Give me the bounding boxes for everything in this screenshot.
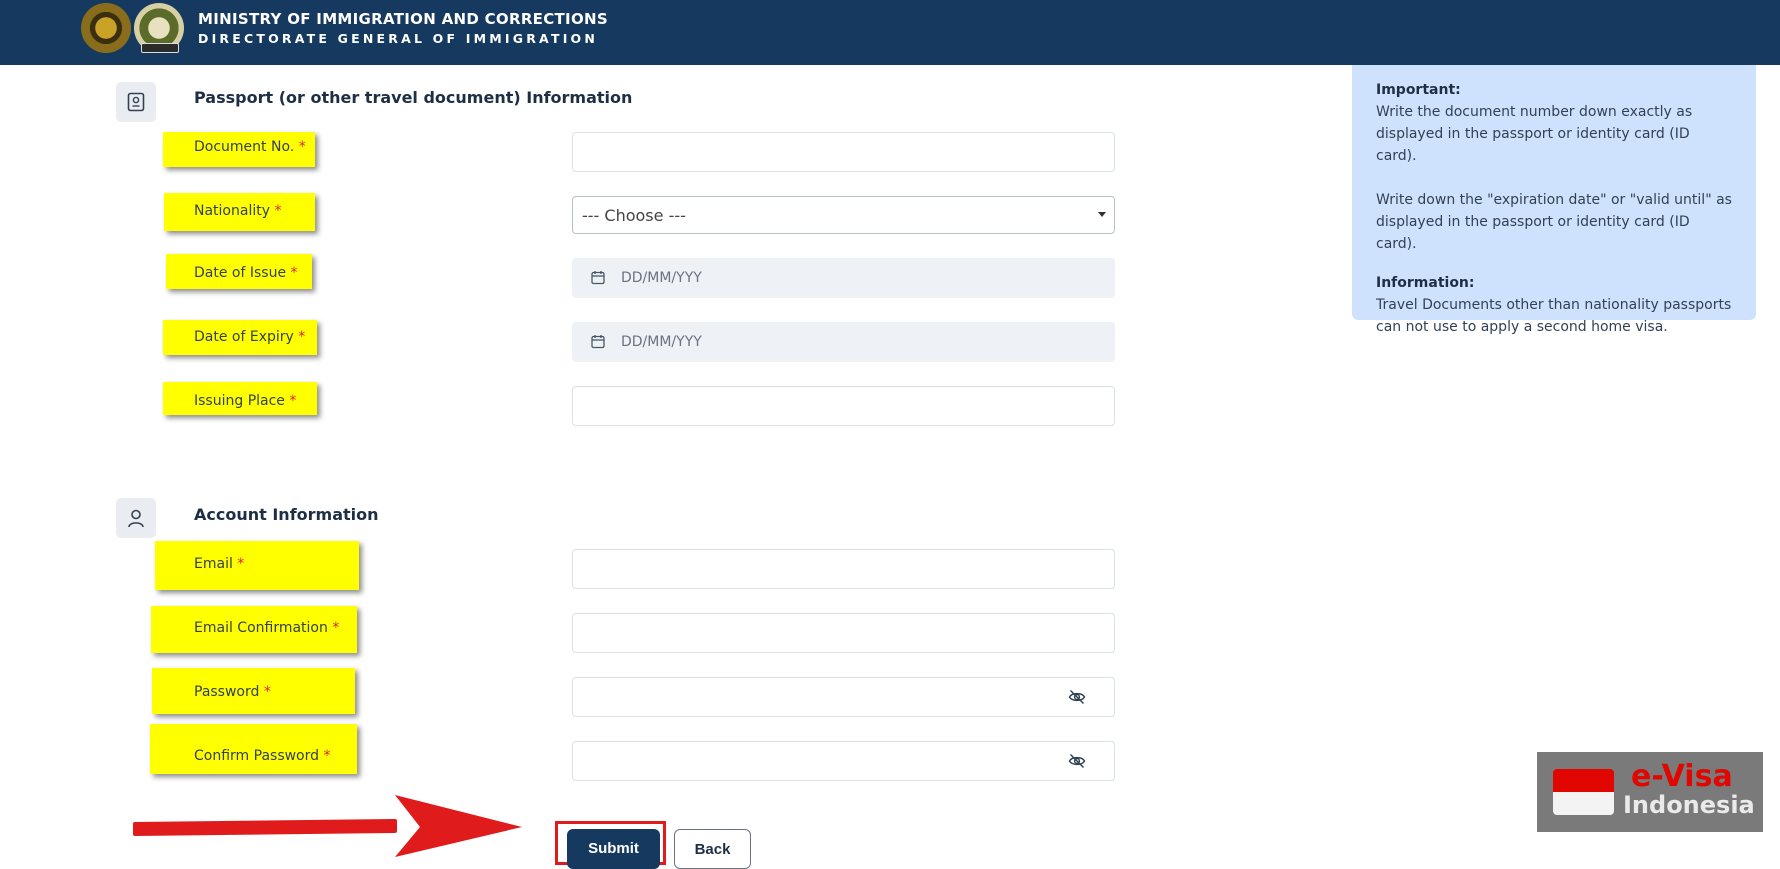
date-of-issue-label: Date of Issue *: [194, 265, 298, 281]
password-label: Password *: [194, 684, 271, 700]
date-of-issue-placeholder: DD/MM/YYY: [621, 270, 702, 286]
email-label: Email *: [194, 556, 245, 572]
date-of-expiry-placeholder: DD/MM/YYY: [621, 334, 702, 350]
user-icon: [116, 498, 156, 538]
document-no-label: Document No. *: [194, 139, 306, 155]
date-of-expiry-label: Date of Expiry *: [194, 329, 306, 345]
nationality-label: Nationality *: [194, 203, 282, 219]
watermark-line1: e-Visa: [1631, 759, 1733, 794]
directorate-subtitle: DIRECTORATE GENERAL OF IMMIGRATION: [198, 31, 599, 46]
email-input[interactable]: [572, 549, 1115, 589]
issuing-place-input[interactable]: [572, 386, 1115, 426]
email-confirmation-label: Email Confirmation *: [194, 620, 340, 636]
nationality-selected-value: --- Choose ---: [582, 206, 686, 225]
chevron-down-icon: [1098, 212, 1106, 217]
passport-section-title: Passport (or other travel document) Info…: [194, 88, 633, 107]
eye-off-icon[interactable]: [1068, 752, 1086, 774]
eye-off-icon[interactable]: [1068, 688, 1086, 710]
calendar-icon: [591, 334, 605, 353]
email-confirmation-input[interactable]: [572, 613, 1115, 653]
document-no-input[interactable]: [572, 132, 1115, 172]
indonesia-flag-icon: [1553, 769, 1614, 792]
submit-button[interactable]: Submit: [567, 829, 660, 869]
email-highlight: [155, 541, 359, 590]
nationality-select[interactable]: --- Choose ---: [572, 196, 1115, 234]
date-of-issue-input[interactable]: DD/MM/YYY: [572, 258, 1115, 298]
red-arrow-annotation: [133, 795, 522, 857]
important-text-1: Write the document number down exactly a…: [1376, 104, 1693, 164]
site-header: MINISTRY OF IMMIGRATION AND CORRECTIONS …: [0, 0, 1780, 65]
password-input[interactable]: [572, 677, 1115, 717]
date-of-expiry-input[interactable]: DD/MM/YYY: [572, 322, 1115, 362]
important-text-2: Write down the "expiration date" or "val…: [1376, 192, 1732, 252]
calendar-icon: [591, 270, 605, 289]
garuda-emblem-logo: [81, 3, 131, 53]
confirm-password-input[interactable]: [572, 741, 1115, 781]
account-section-title: Account Information: [194, 505, 379, 524]
confirm-password-label: Confirm Password *: [194, 748, 331, 764]
important-label: Important:: [1376, 82, 1461, 98]
back-button[interactable]: Back: [674, 829, 751, 869]
watermark-line2: Indonesia: [1623, 791, 1755, 819]
ministry-title: MINISTRY OF IMMIGRATION AND CORRECTIONS: [198, 10, 608, 28]
information-text: Travel Documents other than nationality …: [1376, 297, 1732, 335]
emblem-ribbon: [141, 43, 179, 53]
information-label: Information:: [1376, 275, 1475, 291]
evisa-watermark: e-Visa Indonesia: [1537, 752, 1763, 832]
info-panel: Important: Write the document number dow…: [1352, 65, 1756, 335]
issuing-place-label: Issuing Place *: [194, 393, 297, 409]
passport-icon: [116, 82, 156, 122]
